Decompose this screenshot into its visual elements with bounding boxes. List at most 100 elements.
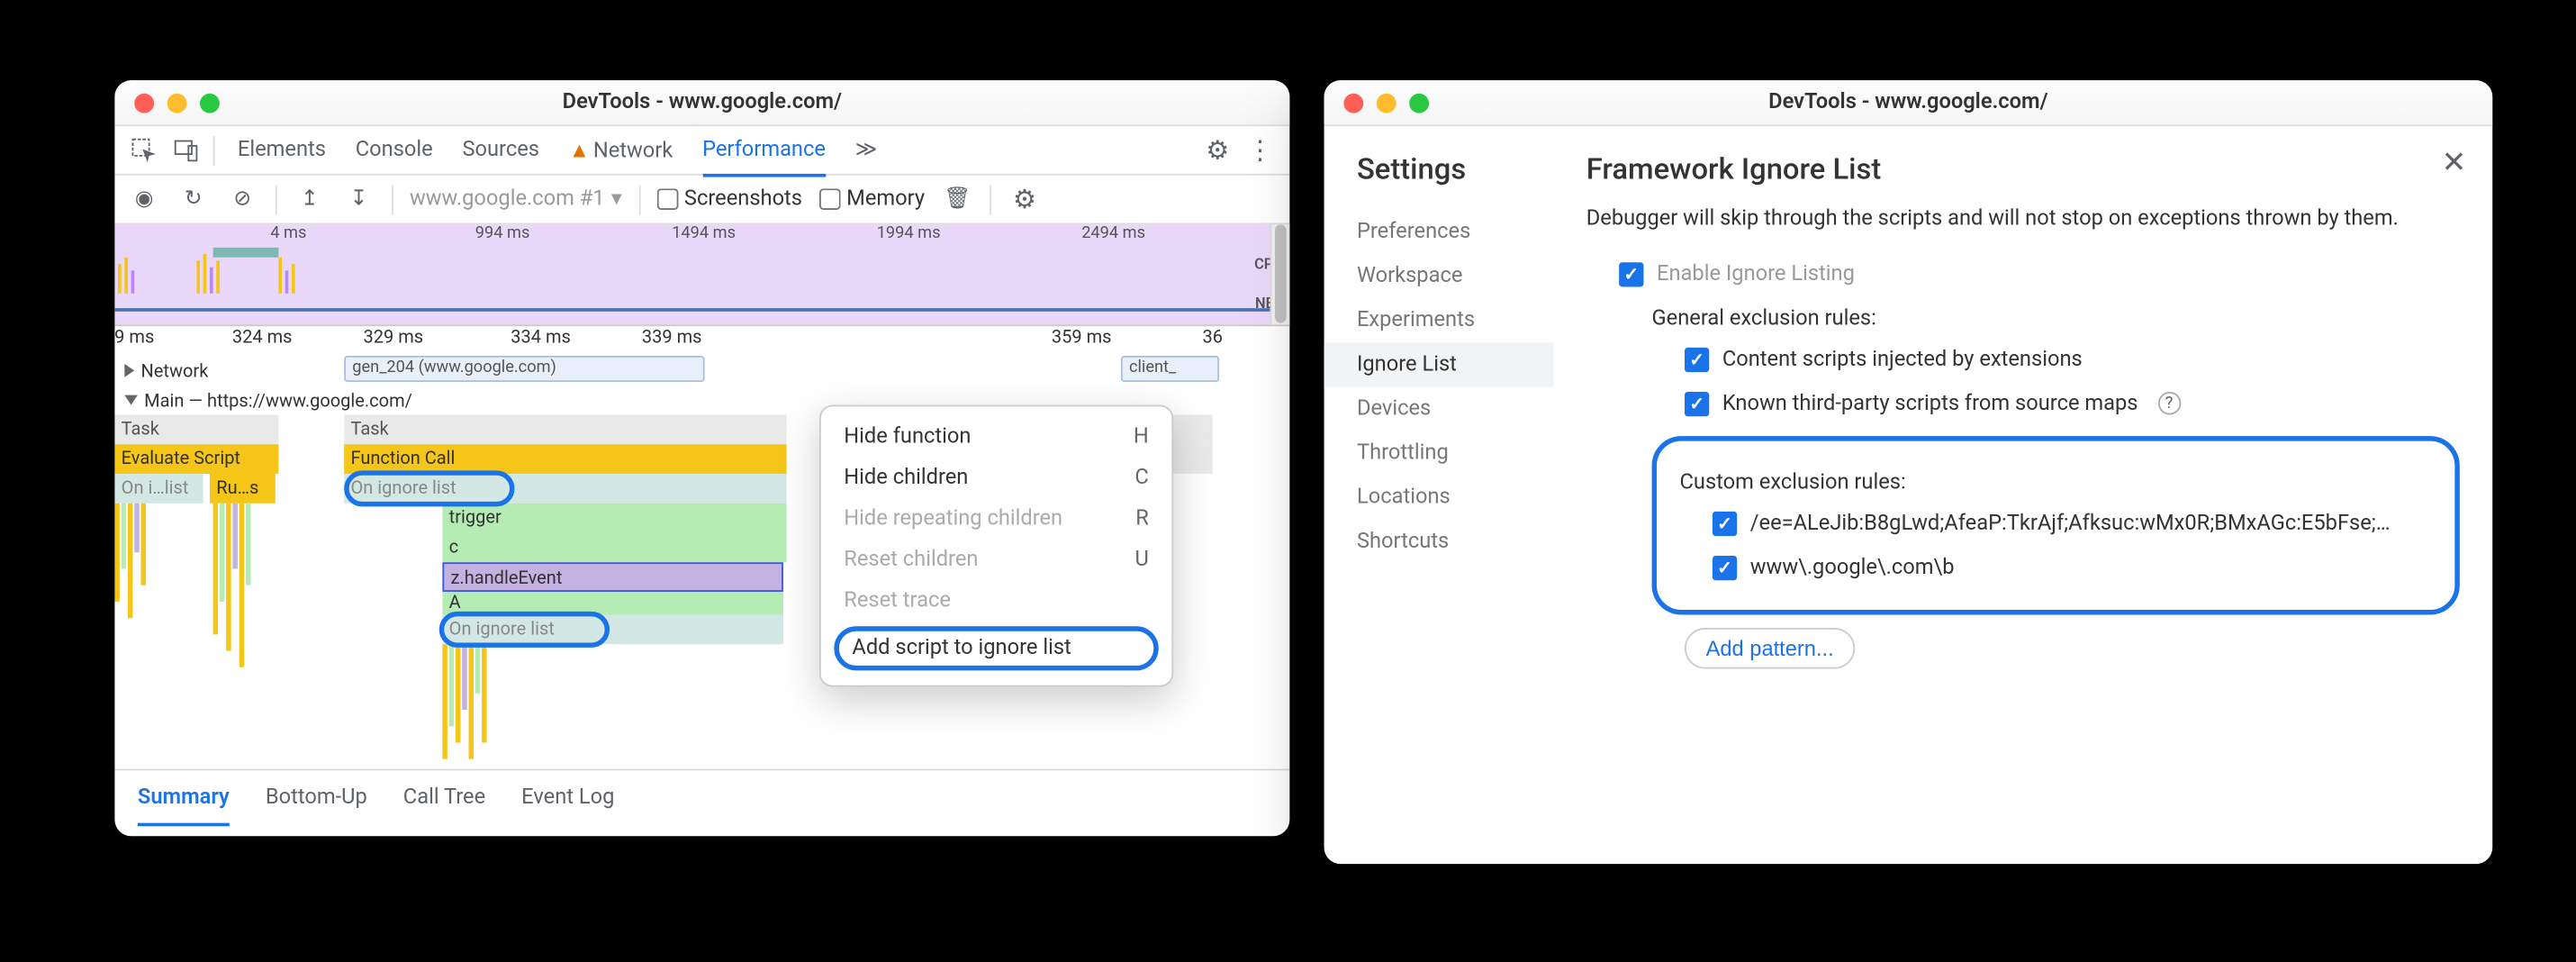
flame-trigger[interactable]: trigger xyxy=(442,504,786,533)
recording-selector[interactable]: www.google.com #1▾ xyxy=(410,186,622,211)
description-text: Debugger will skip through the scripts a… xyxy=(1586,204,2460,235)
scrollbar-thumb[interactable] xyxy=(1275,224,1287,322)
upload-icon[interactable]: ↥ xyxy=(294,183,326,215)
overview-scrollbar[interactable] xyxy=(1270,224,1290,324)
context-item-key: R xyxy=(1135,506,1149,531)
ruler-tick: 324 ms xyxy=(232,326,293,348)
flame-function-call[interactable]: Function Call xyxy=(344,444,786,474)
memory-checkbox[interactable]: Memory xyxy=(818,186,925,211)
titlebar[interactable]: DevTools - www.google.com/ xyxy=(1324,80,2493,126)
sidebar-item-throttling[interactable]: Throttling xyxy=(1357,431,1553,476)
settings-main: ✕ Framework Ignore List Debugger will sk… xyxy=(1553,126,2492,864)
flame-block[interactable]: Ru…s xyxy=(210,474,276,504)
network-request[interactable]: client_ xyxy=(1121,356,1219,382)
add-pattern-button[interactable]: Add pattern... xyxy=(1685,627,1855,668)
clear-icon[interactable]: ⊘ xyxy=(226,183,258,215)
minimize-window-icon[interactable] xyxy=(167,93,187,113)
tab-performance[interactable]: Performance xyxy=(702,137,826,177)
titlebar[interactable]: DevTools - www.google.com/ xyxy=(114,80,1289,126)
sidebar-item-ignore-list[interactable]: Ignore List xyxy=(1324,342,1554,386)
network-request[interactable]: gen_204 (www.google.com) xyxy=(344,356,704,382)
custom-rule-2[interactable]: ✓ www\.google\.com\b xyxy=(1713,555,2432,579)
screenshots-checkbox-input[interactable] xyxy=(656,188,678,210)
collapse-icon[interactable] xyxy=(124,395,138,405)
sidebar-item-preferences[interactable]: Preferences xyxy=(1357,210,1553,254)
overview-tick: 1994 ms xyxy=(877,224,941,242)
tab-sources[interactable]: Sources xyxy=(462,137,539,163)
context-hide-children[interactable]: Hide childrenC xyxy=(821,458,1171,499)
enable-ignore-listing[interactable]: ✓ Enable Ignore Listing xyxy=(1619,261,2460,286)
enable-label: Enable Ignore Listing xyxy=(1657,261,1855,286)
flame-task[interactable]: Task xyxy=(114,414,278,444)
page-title: Framework Ignore List xyxy=(1586,152,2460,186)
record-icon[interactable]: ◉ xyxy=(128,183,160,215)
inspect-icon[interactable] xyxy=(128,133,160,166)
flame-on-ignore-list[interactable]: On ignore list xyxy=(442,615,783,645)
custom-rules-box: Custom exclusion rules: ✓ /ee=ALeJib:B8g… xyxy=(1652,435,2460,613)
kebab-menu-icon[interactable]: ⋮ xyxy=(1243,133,1276,166)
flame-on-ignore-list[interactable]: On i…list xyxy=(114,474,203,504)
device-icon[interactable] xyxy=(170,133,203,166)
context-item-label: Add script to ignore list xyxy=(852,636,1071,660)
settings-panel: Settings Preferences Workspace Experimen… xyxy=(1324,126,2493,864)
checkbox-checked-icon[interactable]: ✓ xyxy=(1685,391,1709,415)
maximize-window-icon[interactable] xyxy=(1409,93,1429,113)
settings-icon[interactable]: ⚙ xyxy=(1201,133,1234,166)
tab-elements[interactable]: Elements xyxy=(238,137,326,163)
context-add-ignore-list[interactable]: Add script to ignore list xyxy=(834,626,1158,670)
rule-content-scripts[interactable]: ✓ Content scripts injected by extensions xyxy=(1685,347,2460,371)
minimize-window-icon[interactable] xyxy=(1377,93,1396,113)
context-item-label: Reset children xyxy=(844,548,978,572)
tab-console[interactable]: Console xyxy=(356,137,433,163)
flame-a[interactable]: A xyxy=(442,592,783,614)
flame-z-handle-event[interactable]: z.handleEvent xyxy=(442,562,783,592)
close-window-icon[interactable] xyxy=(1343,93,1363,113)
close-icon[interactable]: ✕ xyxy=(2442,146,2466,180)
sidebar-item-shortcuts[interactable]: Shortcuts xyxy=(1357,520,1553,564)
traffic-lights xyxy=(134,93,220,113)
sidebar-item-devices[interactable]: Devices xyxy=(1357,387,1553,431)
sidebar-item-experiments[interactable]: Experiments xyxy=(1357,298,1553,342)
bottom-tab-eventlog[interactable]: Event Log xyxy=(521,785,614,810)
timeline-overview[interactable]: 4 ms 994 ms 1494 ms 1994 ms 2494 ms CPU … xyxy=(114,224,1289,326)
screenshots-checkbox[interactable]: Screenshots xyxy=(656,186,802,211)
close-window-icon[interactable] xyxy=(134,93,154,113)
sidebar-item-workspace[interactable]: Workspace xyxy=(1357,254,1553,298)
checkbox-checked-icon[interactable]: ✓ xyxy=(1685,347,1709,371)
context-menu: Hide functionH Hide childrenC Hide repea… xyxy=(819,405,1173,687)
network-track[interactable]: Network gen_204 (www.google.com) client_ xyxy=(114,356,1289,386)
checkbox-checked-icon[interactable]: ✓ xyxy=(1619,261,1643,286)
context-hide-function[interactable]: Hide functionH xyxy=(821,416,1171,458)
checkbox-checked-icon[interactable]: ✓ xyxy=(1713,555,1737,579)
flame-chart[interactable]: 9 ms 324 ms 329 ms 334 ms 339 ms 359 ms … xyxy=(114,326,1289,768)
bottom-tab-summary[interactable]: Summary xyxy=(138,785,230,827)
flame-task[interactable]: Task xyxy=(344,414,786,444)
warning-icon: ▲ xyxy=(569,139,590,163)
tab-network-label: Network xyxy=(593,139,673,163)
context-reset-trace: Reset trace xyxy=(821,580,1171,622)
sidebar-item-locations[interactable]: Locations xyxy=(1357,476,1553,520)
garbage-collect-icon[interactable]: 🗑 xyxy=(941,183,973,215)
help-icon[interactable]: ? xyxy=(2157,392,2180,414)
flame-c[interactable]: c xyxy=(442,533,786,563)
rule-label: www\.google\.com\b xyxy=(1750,555,1955,579)
memory-label: Memory xyxy=(846,186,925,211)
download-icon[interactable]: ↧ xyxy=(342,183,375,215)
tab-network[interactable]: ▲Network xyxy=(569,137,673,163)
flame-on-ignore-list[interactable]: On ignore list xyxy=(344,474,786,504)
rule-third-party[interactable]: ✓ Known third-party scripts from source … xyxy=(1685,391,2460,415)
tab-overflow-icon[interactable]: ≫ xyxy=(855,137,878,163)
flame-evaluate-script[interactable]: Evaluate Script xyxy=(114,444,278,474)
custom-rule-1[interactable]: ✓ /ee=ALeJib:B8gLwd;AfeaP:TkrAjf;Afksuc:… xyxy=(1713,511,2432,535)
custom-rules-heading: Custom exclusion rules: xyxy=(1680,469,2432,494)
context-item-label: Hide children xyxy=(844,466,968,490)
capture-settings-icon[interactable]: ⚙ xyxy=(1008,183,1041,215)
collapse-icon[interactable] xyxy=(124,364,134,377)
panel-tabs: Elements Console Sources ▲Network Perfor… xyxy=(238,137,878,163)
memory-checkbox-input[interactable] xyxy=(818,188,840,210)
bottom-tab-calltree[interactable]: Call Tree xyxy=(403,785,485,810)
checkbox-checked-icon[interactable]: ✓ xyxy=(1713,511,1737,535)
bottom-tab-bottomup[interactable]: Bottom-Up xyxy=(266,785,367,810)
reload-icon[interactable]: ↻ xyxy=(177,183,210,215)
maximize-window-icon[interactable] xyxy=(200,93,220,113)
